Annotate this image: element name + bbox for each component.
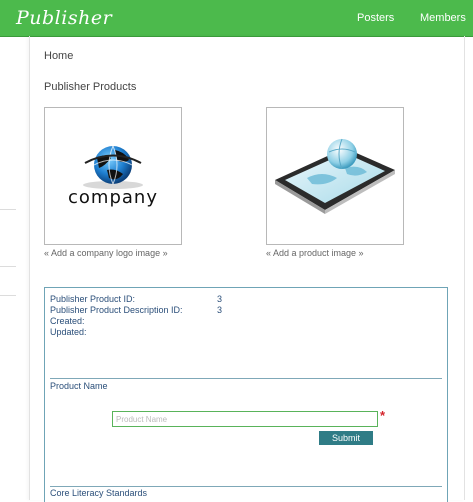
sidebar-divider bbox=[0, 295, 16, 296]
sidebar-divider bbox=[0, 266, 16, 267]
company-logo-image[interactable]: company bbox=[44, 107, 182, 245]
submit-button[interactable]: Submit bbox=[319, 431, 373, 445]
section-divider bbox=[50, 378, 442, 379]
required-marker: * bbox=[380, 408, 386, 423]
description-id-label: Publisher Product Description ID: bbox=[50, 305, 183, 315]
product-id-label: Publisher Product ID: bbox=[50, 294, 136, 304]
product-name-input[interactable] bbox=[112, 411, 378, 427]
main-panel: Home Publisher Products company « Add a … bbox=[29, 36, 465, 502]
product-id-value: 3 bbox=[217, 294, 223, 304]
logo-text: company bbox=[68, 187, 158, 208]
product-details-box: Publisher Product ID: 3 Publisher Produc… bbox=[44, 287, 448, 502]
page-title: Publisher Products bbox=[44, 81, 137, 93]
nav-link-members[interactable]: Members bbox=[420, 12, 466, 24]
core-literacy-standards-label: Core Literacy Standards bbox=[50, 488, 148, 498]
nav-link-posters[interactable]: Posters bbox=[357, 12, 394, 24]
description-id-value: 3 bbox=[217, 305, 223, 315]
sidebar-divider bbox=[0, 209, 16, 210]
created-label: Created: bbox=[50, 316, 85, 326]
brand-logo[interactable]: Publisher bbox=[16, 7, 112, 29]
section-divider bbox=[50, 486, 442, 487]
top-nav-bar: Publisher Posters Members bbox=[0, 0, 473, 37]
tablet-globe-icon bbox=[275, 138, 395, 214]
breadcrumb[interactable]: Home bbox=[44, 50, 73, 62]
globe-logo-icon bbox=[83, 145, 143, 189]
updated-label: Updated: bbox=[50, 327, 87, 337]
add-product-image-link[interactable]: « Add a product image » bbox=[266, 248, 364, 258]
product-name-label: Product Name bbox=[50, 381, 108, 391]
add-company-logo-link[interactable]: « Add a company logo image » bbox=[44, 248, 168, 258]
product-image[interactable] bbox=[266, 107, 404, 245]
